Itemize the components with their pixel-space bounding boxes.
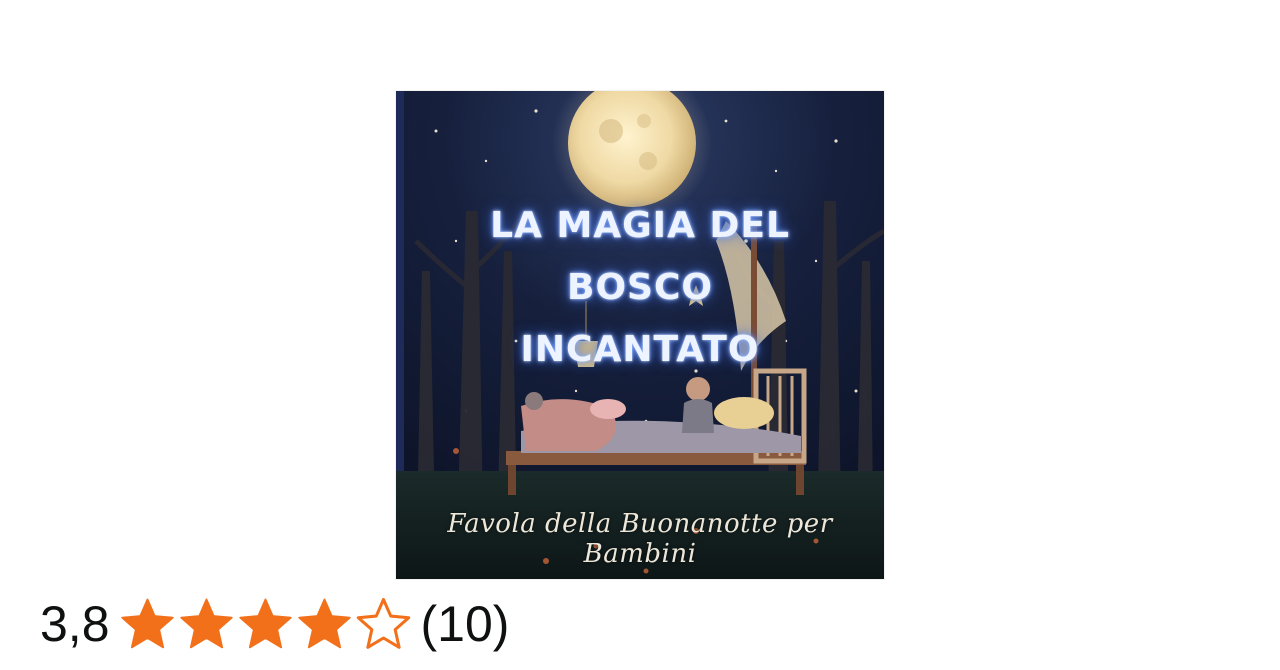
star-filled-icon — [297, 598, 351, 649]
star-filled-icon — [238, 598, 292, 649]
star-rating[interactable] — [118, 596, 413, 652]
rating-count-link[interactable]: (10) — [421, 595, 510, 653]
rating-value: 3,8 — [40, 596, 110, 652]
star-filled-icon — [179, 598, 233, 649]
book-cover[interactable]: LA MAGIA DEL BOSCO INCANTATO Favola dell… — [396, 91, 884, 579]
rating-row[interactable]: 3,8 (10) — [40, 592, 509, 656]
star-filled-icon — [120, 598, 174, 649]
cover-title: LA MAGIA DEL BOSCO INCANTATO — [490, 205, 790, 370]
star-empty-icon — [356, 597, 410, 649]
cover-subtitle: Favola della Buonanotte per Bambini — [447, 509, 833, 569]
